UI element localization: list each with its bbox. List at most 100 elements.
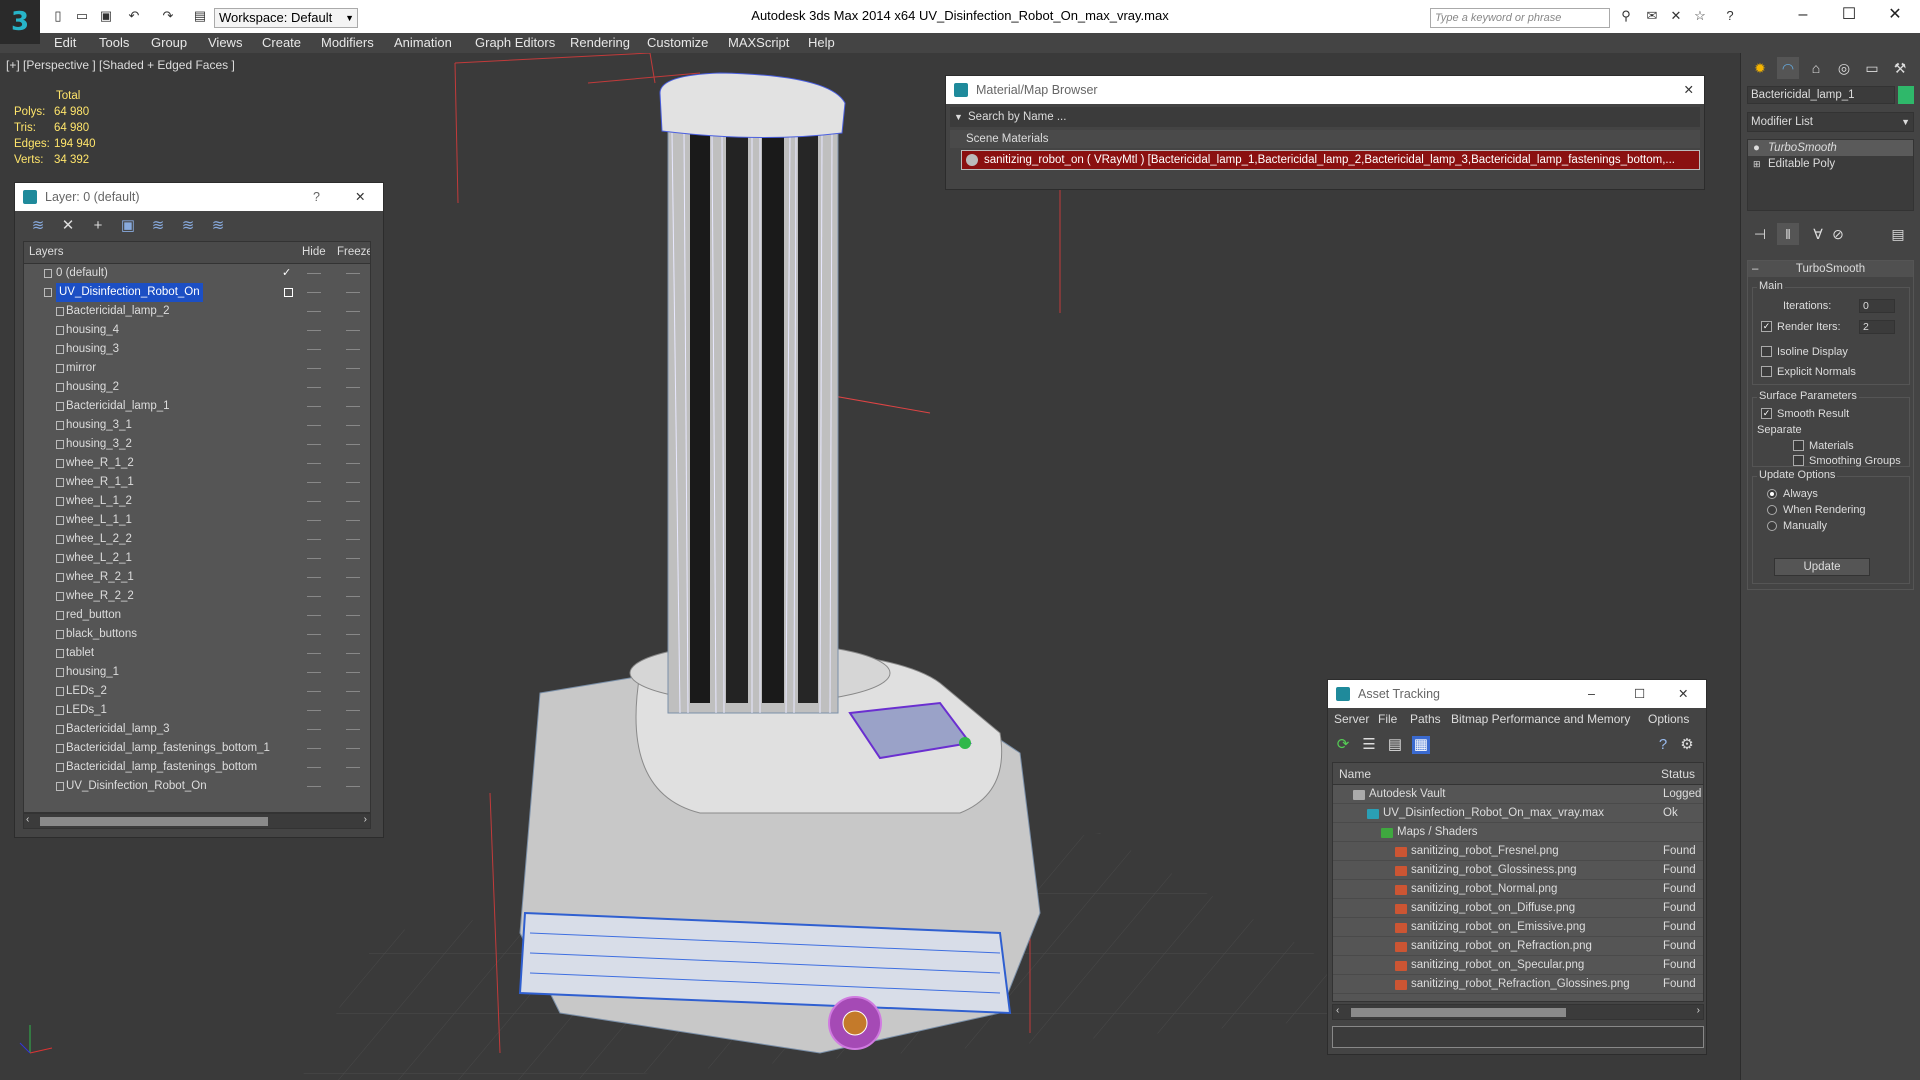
close-icon[interactable]: ✕ bbox=[355, 183, 365, 211]
material-item[interactable]: sanitizing_robot_on ( VRayMtl ) [Bacteri… bbox=[961, 150, 1700, 170]
make-unique-icon[interactable]: ∀ bbox=[1807, 223, 1829, 245]
freeze-toggle[interactable] bbox=[346, 729, 360, 730]
manually-radio[interactable] bbox=[1767, 521, 1777, 531]
hierarchy-tab-icon[interactable]: ⌂ bbox=[1805, 57, 1827, 79]
asset-row[interactable]: Maps / Shaders bbox=[1333, 823, 1703, 842]
hide-toggle[interactable] bbox=[307, 387, 321, 388]
hide-toggle[interactable] bbox=[307, 767, 321, 768]
asset-row[interactable]: sanitizing_robot_Normal.png Found bbox=[1333, 880, 1703, 899]
layer-row[interactable]: whee_L_2_1 bbox=[24, 549, 370, 568]
freeze-toggle[interactable] bbox=[346, 368, 360, 369]
hide-all-layers-icon[interactable]: ≋ bbox=[179, 217, 197, 235]
search-input[interactable]: Type a keyword or phrase bbox=[1430, 8, 1610, 28]
motion-tab-icon[interactable]: ◎ bbox=[1833, 57, 1855, 79]
select-objects-icon[interactable]: ▣ bbox=[119, 217, 137, 235]
exchange-icon[interactable]: ✕ bbox=[1668, 8, 1684, 24]
asset-menu-options[interactable]: Options bbox=[1648, 712, 1689, 726]
asset-row[interactable]: UV_Disinfection_Robot_On_max_vray.max Ok bbox=[1333, 804, 1703, 823]
menu-graph-editors[interactable]: Graph Editors bbox=[475, 35, 555, 50]
modify-tab-icon[interactable]: ◠ bbox=[1777, 57, 1799, 79]
hide-toggle[interactable] bbox=[307, 520, 321, 521]
isoline-checkbox[interactable] bbox=[1761, 346, 1772, 357]
create-tab-icon[interactable]: ✹ bbox=[1749, 57, 1771, 79]
help-icon[interactable]: ? bbox=[313, 183, 320, 211]
maximize-button[interactable]: ☐ bbox=[1634, 680, 1645, 708]
scroll-right-icon[interactable]: › bbox=[364, 814, 367, 825]
object-color-swatch[interactable] bbox=[1898, 86, 1914, 104]
layer-row[interactable]: whee_R_1_2 bbox=[24, 454, 370, 473]
layer-row[interactable]: Bactericidal_lamp_2 bbox=[24, 302, 370, 321]
asset-path-field[interactable] bbox=[1332, 1026, 1704, 1048]
configure-sets-icon[interactable]: ▤ bbox=[1887, 223, 1909, 245]
close-button[interactable]: ✕ bbox=[1880, 4, 1910, 26]
column-layers[interactable]: Layers bbox=[29, 246, 64, 258]
menu-customize[interactable]: Customize bbox=[647, 35, 708, 50]
iterations-spinner[interactable]: 0 bbox=[1859, 299, 1895, 313]
hide-toggle[interactable] bbox=[307, 691, 321, 692]
freeze-toggle[interactable] bbox=[346, 691, 360, 692]
settings-icon[interactable]: ⚙ bbox=[1678, 736, 1696, 754]
asset-row[interactable]: sanitizing_robot_Fresnel.png Found bbox=[1333, 842, 1703, 861]
layer-row[interactable]: whee_L_1_2 bbox=[24, 492, 370, 511]
scroll-left-icon[interactable]: ‹ bbox=[1336, 1005, 1339, 1016]
scrollbar-thumb[interactable] bbox=[1351, 1008, 1566, 1017]
menu-create[interactable]: Create bbox=[262, 35, 301, 50]
asset-row[interactable]: sanitizing_robot_Refraction_Glossines.pn… bbox=[1333, 975, 1703, 994]
grid-view-icon[interactable]: ▦ bbox=[1412, 736, 1430, 754]
asset-row[interactable]: sanitizing_robot_on_Diffuse.png Found bbox=[1333, 899, 1703, 918]
layer-row[interactable]: 0 (default) ✓ bbox=[24, 264, 370, 283]
freeze-toggle[interactable] bbox=[346, 273, 360, 274]
layer-row[interactable]: whee_L_1_1 bbox=[24, 511, 370, 530]
hide-toggle[interactable] bbox=[307, 634, 321, 635]
smoothing-groups-checkbox[interactable] bbox=[1793, 455, 1804, 466]
menu-help[interactable]: Help bbox=[808, 35, 835, 50]
freeze-toggle[interactable] bbox=[346, 596, 360, 597]
column-name[interactable]: Name bbox=[1339, 767, 1371, 781]
help-icon[interactable]: ? bbox=[1722, 8, 1738, 24]
scroll-left-icon[interactable]: ‹ bbox=[26, 814, 29, 825]
hide-toggle[interactable] bbox=[307, 292, 321, 293]
freeze-toggle[interactable] bbox=[346, 311, 360, 312]
menu-rendering[interactable]: Rendering bbox=[570, 35, 630, 50]
freeze-toggle[interactable] bbox=[346, 520, 360, 521]
highlight-layer-icon[interactable]: ≋ bbox=[149, 217, 167, 235]
delete-layer-icon[interactable]: ✕ bbox=[59, 217, 77, 235]
maximize-button[interactable]: ☐ bbox=[1834, 4, 1864, 26]
asset-menu-paths[interactable]: Paths bbox=[1410, 712, 1441, 726]
stack-item-editable-poly[interactable]: ⊞ Editable Poly bbox=[1748, 156, 1913, 172]
freeze-toggle[interactable] bbox=[346, 349, 360, 350]
hide-toggle[interactable] bbox=[307, 596, 321, 597]
when-rendering-radio[interactable] bbox=[1767, 505, 1777, 515]
layer-row[interactable]: Bactericidal_lamp_fastenings_bottom bbox=[24, 758, 370, 777]
favorites-star-icon[interactable]: ☆ bbox=[1692, 8, 1708, 24]
freeze-toggle[interactable] bbox=[346, 786, 360, 787]
expand-icon[interactable]: ⊞ bbox=[1753, 156, 1761, 172]
hide-toggle[interactable] bbox=[307, 311, 321, 312]
layer-row[interactable]: UV_Disinfection_Robot_On bbox=[24, 283, 370, 302]
layer-row[interactable]: housing_3 bbox=[24, 340, 370, 359]
close-icon[interactable]: ✕ bbox=[1678, 680, 1688, 708]
hide-toggle[interactable] bbox=[307, 349, 321, 350]
freeze-toggle[interactable] bbox=[346, 501, 360, 502]
layer-row[interactable]: tablet bbox=[24, 644, 370, 663]
update-button[interactable]: Update bbox=[1774, 558, 1870, 576]
freeze-toggle[interactable] bbox=[346, 558, 360, 559]
asset-row[interactable]: sanitizing_robot_on_Specular.png Found bbox=[1333, 956, 1703, 975]
layer-row[interactable]: housing_2 bbox=[24, 378, 370, 397]
menu-modifiers[interactable]: Modifiers bbox=[321, 35, 374, 50]
layer-row[interactable]: UV_Disinfection_Robot_On bbox=[24, 777, 370, 796]
minimize-button[interactable]: – bbox=[1788, 4, 1818, 26]
asset-row[interactable]: sanitizing_robot_on_Emissive.png Found bbox=[1333, 918, 1703, 937]
freeze-toggle[interactable] bbox=[346, 710, 360, 711]
freeze-toggle[interactable] bbox=[346, 330, 360, 331]
layer-row[interactable]: mirror bbox=[24, 359, 370, 378]
hide-toggle[interactable] bbox=[307, 501, 321, 502]
asset-row[interactable]: sanitizing_robot_Glossiness.png Found bbox=[1333, 861, 1703, 880]
hide-toggle[interactable] bbox=[307, 748, 321, 749]
help-icon[interactable]: ? bbox=[1654, 736, 1672, 754]
column-freeze[interactable]: Freeze bbox=[337, 246, 370, 258]
binoculars-icon[interactable]: ⚲ bbox=[1618, 8, 1634, 24]
show-end-result-icon[interactable]: ‖ bbox=[1777, 223, 1799, 245]
freeze-toggle[interactable] bbox=[346, 387, 360, 388]
menu-edit[interactable]: Edit bbox=[54, 35, 76, 50]
